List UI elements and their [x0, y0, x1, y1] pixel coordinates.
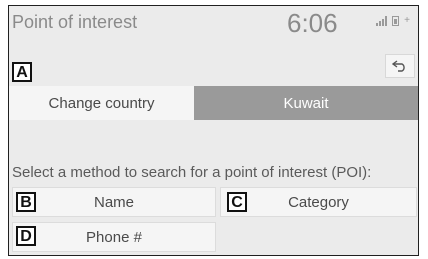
marker-c: C [227, 192, 247, 212]
name-button-label: Name [93, 193, 134, 211]
country-row: Change country Kuwait [9, 86, 418, 120]
phone-button-label: Phone # [86, 228, 142, 246]
current-country-display[interactable]: Kuwait [194, 86, 418, 120]
poi-screen: Point of interest 6:06 + A Change countr… [8, 5, 419, 256]
marker-b: B [16, 192, 36, 212]
category-button[interactable]: Category [220, 187, 417, 217]
marker-a: A [12, 62, 32, 82]
signal-icon [376, 16, 388, 26]
page-title: Point of interest [12, 12, 138, 32]
status-bar: + [376, 16, 410, 26]
back-button[interactable] [385, 54, 415, 78]
battery-icon [392, 16, 400, 26]
back-arrow-icon [392, 60, 405, 72]
marker-d: D [16, 226, 36, 246]
instruction-text: Select a method to search for a point of… [12, 164, 372, 181]
bluetooth-icon: + [404, 15, 410, 26]
name-button[interactable]: Name [12, 187, 216, 217]
change-country-button[interactable]: Change country [9, 86, 194, 120]
clock: 6:06 [287, 8, 338, 38]
phone-button[interactable]: Phone # [12, 222, 216, 252]
category-button-label: Category [288, 193, 349, 211]
